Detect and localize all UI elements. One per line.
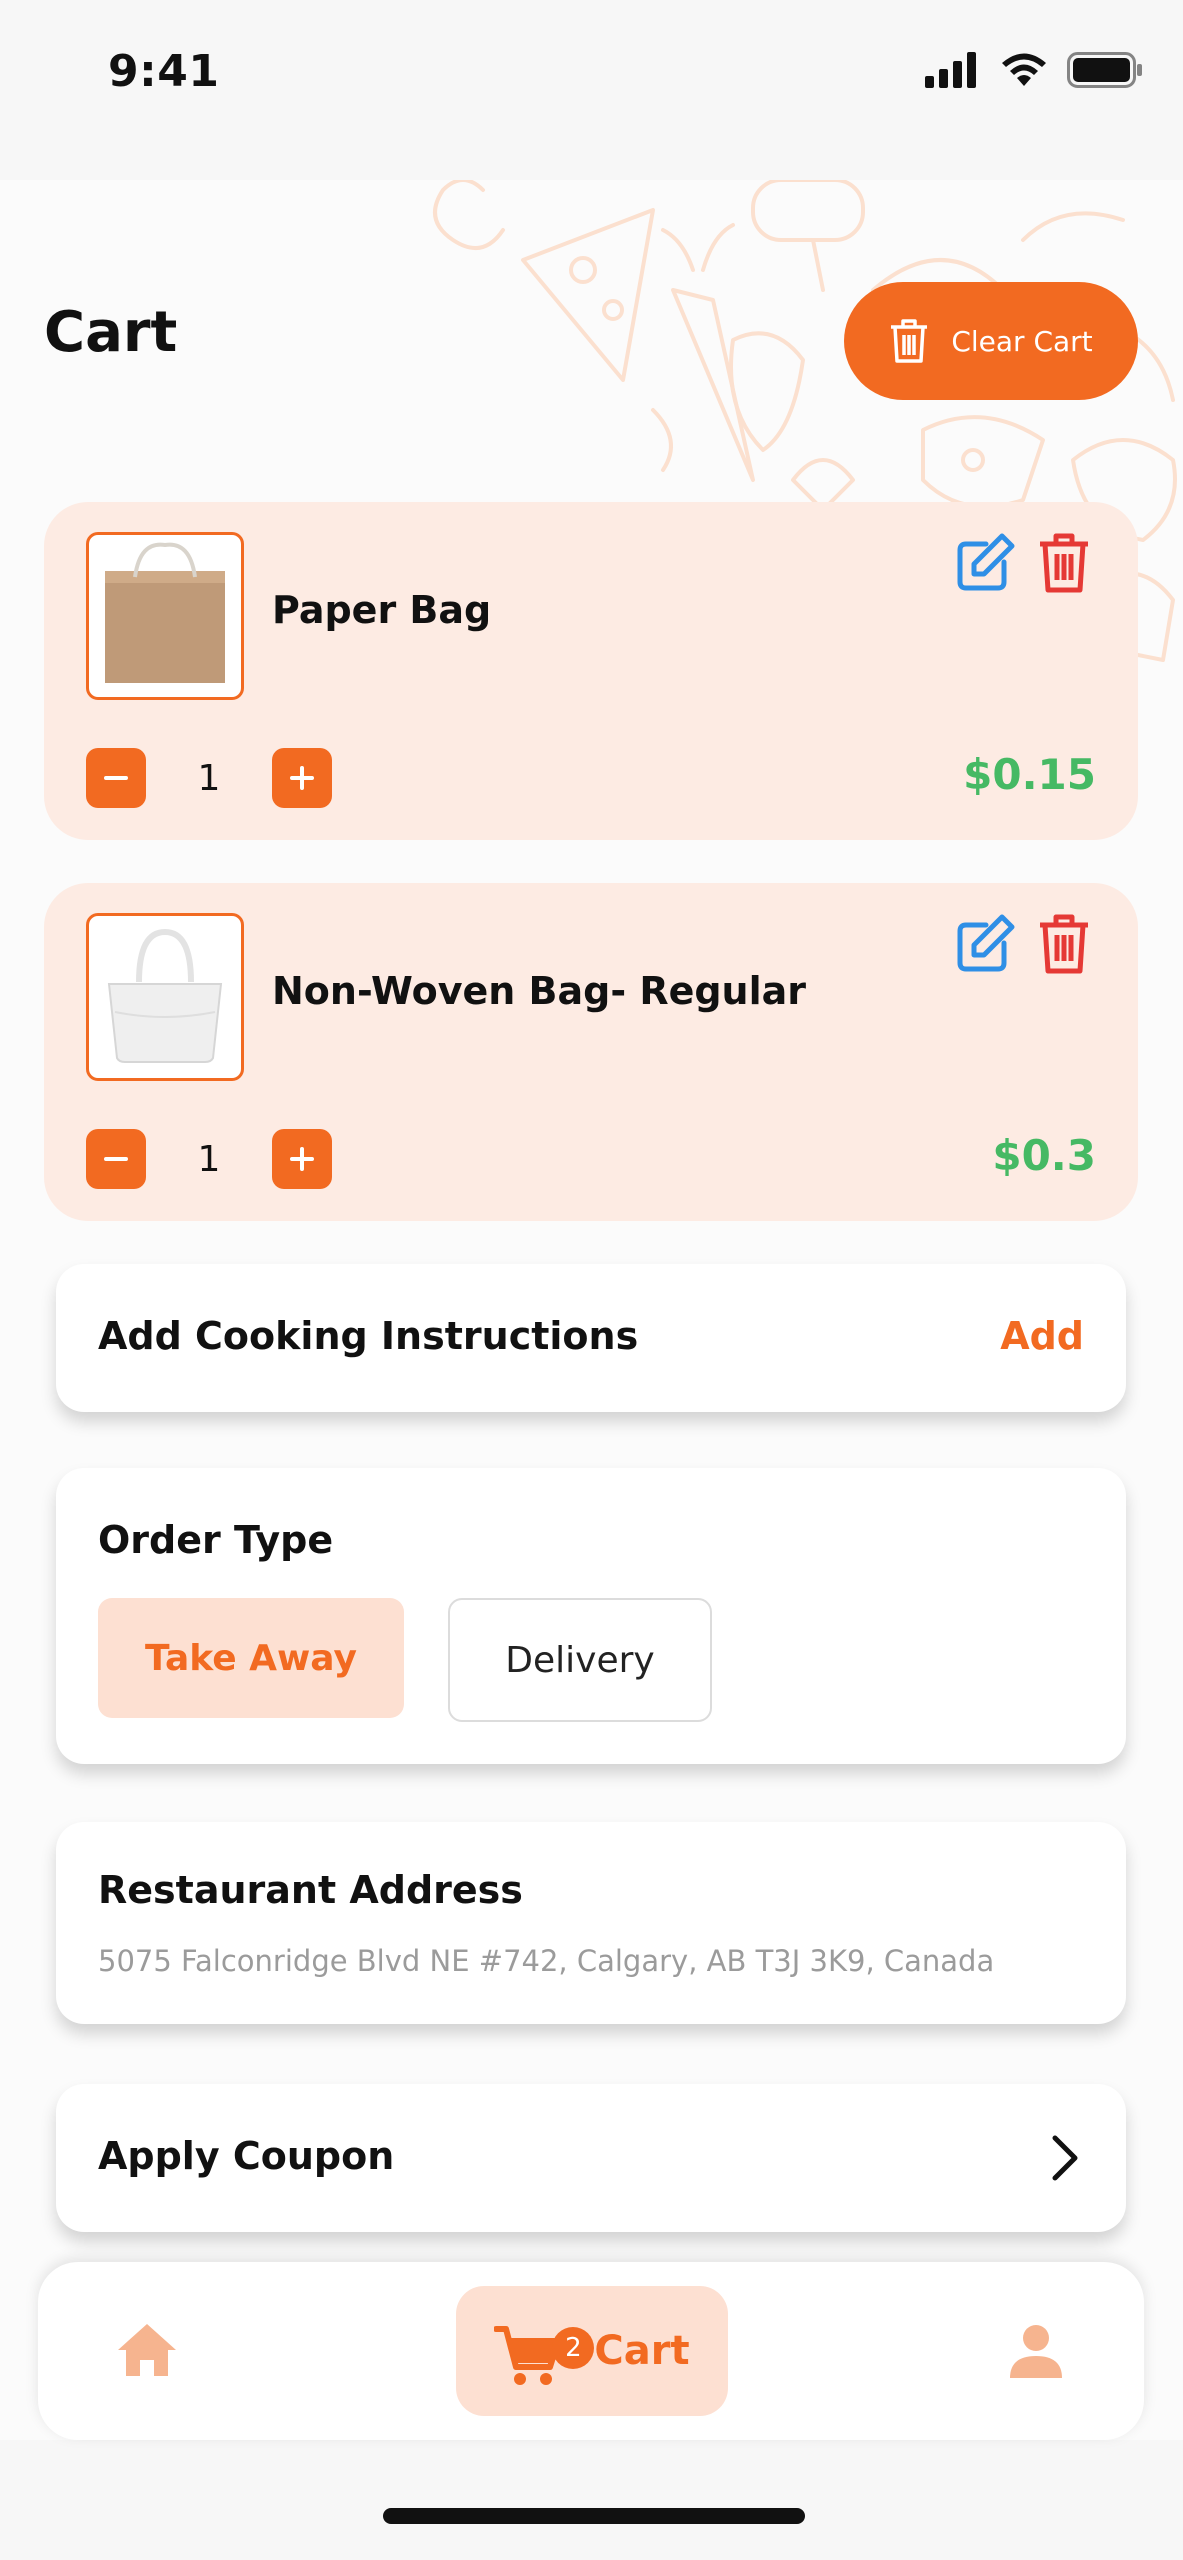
edit-icon[interactable] <box>956 532 1016 592</box>
decrease-button[interactable] <box>86 1129 146 1189</box>
quantity-value: 1 <box>197 1138 221 1180</box>
item-image <box>86 913 244 1081</box>
order-type-panel: Order Type Take Away Delivery <box>56 1468 1126 1764</box>
paper-bag-image <box>105 542 225 683</box>
plus-icon <box>290 1147 314 1171</box>
clear-cart-button[interactable]: Clear Cart <box>844 282 1138 400</box>
profile-icon[interactable] <box>1008 2322 1064 2378</box>
battery-icon <box>1067 52 1142 88</box>
cooking-instructions-panel[interactable]: Add Cooking Instructions Add <box>56 1264 1126 1412</box>
quantity-value: 1 <box>197 757 221 799</box>
nav-cart-label: Cart <box>594 2328 690 2374</box>
delete-icon[interactable] <box>1038 532 1090 594</box>
cart-icon-wrap: 2 <box>494 2311 595 2391</box>
restaurant-address-panel: Restaurant Address 5075 Falconridge Blvd… <box>56 1822 1126 2024</box>
item-price: $0.15 <box>963 750 1096 799</box>
signal-icon <box>925 52 976 88</box>
order-type-title: Order Type <box>98 1518 334 1562</box>
home-icon[interactable] <box>116 2322 178 2378</box>
cart-item: Non-Woven Bag- Regular 1 $0.3 <box>44 883 1138 1221</box>
plus-icon <box>290 766 314 790</box>
cart-item: Paper Bag 1 $0.15 <box>44 502 1138 840</box>
address-title: Restaurant Address <box>98 1868 523 1912</box>
quantity-stepper: 1 <box>86 1129 332 1189</box>
apply-coupon-label: Apply Coupon <box>98 2134 395 2178</box>
item-name: Paper Bag <box>272 588 492 632</box>
increase-button[interactable] <box>272 1129 332 1189</box>
add-instructions-link[interactable]: Add <box>1000 1314 1084 1358</box>
minus-icon <box>104 1157 128 1161</box>
quantity-stepper: 1 <box>86 748 332 808</box>
edit-icon[interactable] <box>956 913 1016 973</box>
status-icons <box>925 52 1143 88</box>
tote-bag-image <box>107 928 223 1063</box>
status-time: 9:41 <box>108 46 220 97</box>
item-name: Non-Woven Bag- Regular <box>272 969 807 1013</box>
item-image <box>86 532 244 700</box>
increase-button[interactable] <box>272 748 332 808</box>
nav-cart-tab[interactable]: 2 Cart <box>456 2286 728 2416</box>
cooking-instructions-label: Add Cooking Instructions <box>98 1314 639 1358</box>
cart-count-badge: 2 <box>552 2327 595 2369</box>
wifi-icon <box>1002 53 1046 86</box>
item-price: $0.3 <box>992 1131 1096 1180</box>
bottom-navigation: 2 Cart <box>38 2262 1144 2440</box>
home-indicator <box>383 2508 805 2524</box>
status-bar: 9:41 <box>0 0 1183 180</box>
decrease-button[interactable] <box>86 748 146 808</box>
clear-cart-label: Clear Cart <box>951 324 1093 358</box>
minus-icon <box>104 776 128 780</box>
apply-coupon-row[interactable]: Apply Coupon <box>56 2084 1126 2232</box>
delivery-option[interactable]: Delivery <box>448 1598 712 1722</box>
cart-screen: Cart Clear Cart Paper Bag 1 $0.15 Non-Wo… <box>0 180 1183 2440</box>
take-away-option[interactable]: Take Away <box>98 1598 404 1718</box>
chevron-right-icon <box>1052 2135 1078 2181</box>
trash-icon <box>891 319 928 363</box>
delete-icon[interactable] <box>1038 913 1090 975</box>
address-text: 5075 Falconridge Blvd NE #742, Calgary, … <box>98 1944 995 1978</box>
page-title: Cart <box>44 300 178 365</box>
